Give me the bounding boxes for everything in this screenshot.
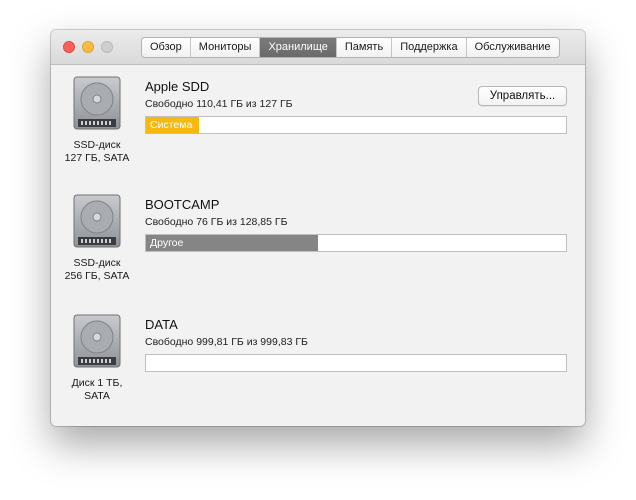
disk-caption: Диск 1 ТБ, SATA [57, 377, 137, 403]
disk-free-space: Свободно 76 ГБ из 128,85 ГБ [145, 216, 288, 228]
storage-content: SSD-диск 127 ГБ, SATA Apple SDD Свободно… [51, 65, 585, 426]
tab-memory[interactable]: Память [337, 38, 393, 57]
disk-caption: SSD-диск 256 ГБ, SATA [57, 257, 137, 283]
disk-row-data: Диск 1 ТБ, SATA DATA Свободно 999,81 ГБ … [51, 303, 585, 421]
disk-name: DATA [145, 317, 178, 332]
storage-usage-bar [145, 354, 567, 372]
disk-row-apple-sdd: SSD-диск 127 ГБ, SATA Apple SDD Свободно… [51, 65, 585, 183]
tab-bar: Обзор Мониторы Хранилище Память Поддержк… [141, 37, 560, 58]
disk-capacity: 127 ГБ, SATA [64, 152, 130, 164]
usage-segment-other: Другое [146, 235, 319, 251]
storage-usage-bar: Система [145, 116, 567, 134]
storage-usage-bar: Другое [145, 234, 567, 252]
tab-support[interactable]: Поддержка [392, 38, 467, 57]
disk-free-space: Свободно 999,81 ГБ из 999,83 ГБ [145, 336, 308, 348]
disk-type: Диск 1 ТБ, [71, 377, 123, 389]
manage-button[interactable]: Управлять... [478, 86, 567, 106]
disk-type: SSD-диск [73, 257, 121, 269]
system-info-window: Обзор Мониторы Хранилище Память Поддержк… [51, 30, 585, 426]
disk-name: BOOTCAMP [145, 197, 220, 212]
disk-row-bootcamp: SSD-диск 256 ГБ, SATA BOOTCAMP Свободно … [51, 183, 585, 301]
tab-displays[interactable]: Мониторы [191, 38, 261, 57]
hard-drive-icon [73, 76, 121, 130]
close-button[interactable] [63, 41, 75, 53]
tab-overview[interactable]: Обзор [142, 38, 191, 57]
disk-capacity: 256 ГБ, SATA [64, 270, 130, 282]
disk-type: SSD-диск [73, 139, 121, 151]
disk-caption: SSD-диск 127 ГБ, SATA [57, 139, 137, 165]
disk-capacity: SATA [84, 390, 110, 402]
tab-service[interactable]: Обслуживание [467, 38, 559, 57]
hard-drive-icon [73, 194, 121, 248]
zoom-button[interactable] [101, 41, 113, 53]
usage-segment-system: Система [146, 117, 199, 133]
disk-name: Apple SDD [145, 79, 210, 94]
tab-storage[interactable]: Хранилище [260, 38, 337, 57]
minimize-button[interactable] [82, 41, 94, 53]
title-bar: Обзор Мониторы Хранилище Память Поддержк… [51, 30, 585, 65]
hard-drive-icon [73, 314, 121, 368]
disk-free-space: Свободно 110,41 ГБ из 127 ГБ [145, 98, 293, 110]
